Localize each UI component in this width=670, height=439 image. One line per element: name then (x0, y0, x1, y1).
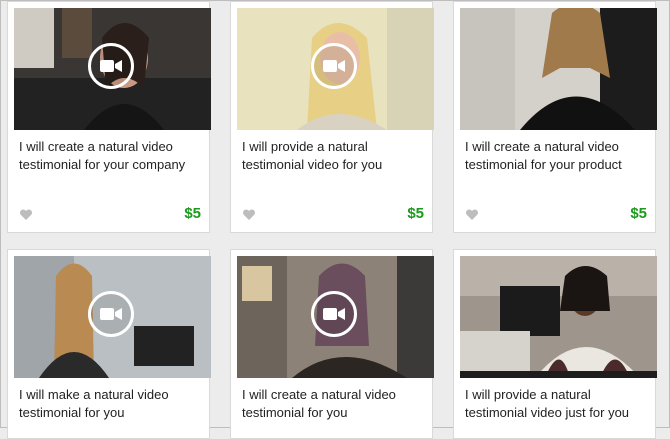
gig-card[interactable]: I will provide a natural testimonial vid… (453, 249, 657, 439)
gig-card[interactable]: I will make a natural video testimonial … (7, 249, 211, 439)
video-camera-icon (100, 308, 122, 320)
video-camera-icon (100, 60, 122, 72)
gig-title[interactable]: I will create a natural video testimonia… (465, 138, 650, 174)
gig-thumbnail[interactable] (460, 256, 657, 378)
gig-price: $5 (184, 205, 201, 222)
gig-card[interactable]: I will create a natural video testimonia… (230, 249, 434, 439)
gig-title[interactable]: I will provide a natural testimonial vid… (465, 386, 650, 422)
video-play-badge[interactable] (88, 291, 134, 337)
video-play-badge[interactable] (311, 43, 357, 89)
thumbnail-image (460, 256, 657, 378)
video-play-badge[interactable] (88, 43, 134, 89)
gig-thumbnail[interactable] (237, 256, 434, 378)
gig-thumbnail[interactable] (460, 8, 657, 130)
gig-thumbnail[interactable] (14, 8, 211, 130)
gig-card[interactable]: I will provide a natural testimonial vid… (230, 1, 434, 233)
gig-title[interactable]: I will provide a natural testimonial vid… (242, 138, 427, 174)
gig-price: $5 (407, 205, 424, 222)
video-play-badge[interactable] (311, 291, 357, 337)
heart-icon[interactable] (465, 209, 479, 221)
gig-title[interactable]: I will create a natural video testimonia… (19, 138, 204, 174)
gig-thumbnail[interactable] (237, 8, 434, 130)
heart-icon[interactable] (19, 209, 33, 221)
video-camera-icon (323, 308, 345, 320)
gig-card[interactable]: I will create a natural video testimonia… (453, 1, 657, 233)
thumbnail-image (460, 8, 657, 130)
gig-thumbnail[interactable] (14, 256, 211, 378)
video-camera-icon (323, 60, 345, 72)
heart-icon[interactable] (242, 209, 256, 221)
gig-title[interactable]: I will make a natural video testimonial … (19, 386, 204, 422)
gig-title[interactable]: I will create a natural video testimonia… (242, 386, 427, 422)
gig-card[interactable]: I will create a natural video testimonia… (7, 1, 211, 233)
gig-price: $5 (630, 205, 647, 222)
